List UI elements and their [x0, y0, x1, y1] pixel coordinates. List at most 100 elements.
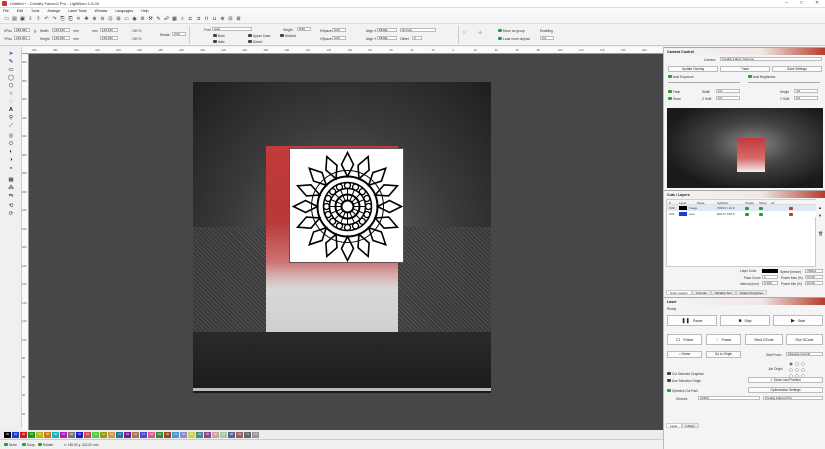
exposure-slider[interactable]	[668, 82, 740, 83]
anchor-icon[interactable]: ⊹	[478, 30, 482, 36]
palette-swatch[interactable]: 08	[68, 431, 75, 438]
cam-height-field[interactable]: 4.0	[794, 89, 818, 93]
palette-swatch[interactable]: 23	[188, 431, 195, 438]
width-display[interactable]: 145.160	[100, 28, 118, 32]
home-button[interactable]: ⌂ Home	[667, 351, 702, 358]
machine-settings-icon[interactable]: ⚒	[147, 16, 154, 23]
palette-swatch[interactable]: 06	[52, 431, 59, 438]
palette-swatch[interactable]: 29	[236, 431, 243, 438]
frame-button[interactable]: ▭ Frame	[667, 334, 702, 345]
use-selection-toggle[interactable]: Use Selection Origin	[667, 379, 701, 383]
height2-field[interactable]: 8.00	[297, 27, 311, 31]
welded-toggle[interactable]: Welded	[280, 34, 296, 38]
boolean-intersect-icon[interactable]: ◒	[7, 165, 15, 172]
menu-languages[interactable]: Languages	[115, 9, 133, 13]
select-tool-icon[interactable]: ➤	[7, 51, 15, 58]
cut-selected-toggle[interactable]: Cut Selected Graphics	[667, 372, 704, 376]
new-file-icon[interactable]: ▭	[3, 16, 10, 23]
move-up-icon[interactable]: ▲	[818, 205, 822, 210]
auto-exposure-toggle[interactable]: Auto Exposure	[668, 75, 694, 79]
interval-field[interactable]: 0.100	[762, 281, 778, 285]
monitor-icon[interactable]: ▭	[123, 16, 130, 23]
close-icon[interactable]: ✕	[815, 0, 819, 6]
palette-swatch[interactable]: 27	[220, 431, 227, 438]
tab-console[interactable]: Console	[691, 290, 711, 295]
minimize-icon[interactable]: –	[785, 0, 788, 6]
palette-swatch[interactable]: 02	[20, 431, 27, 438]
zoom-in-icon[interactable]: ⊕	[91, 16, 98, 23]
tab-laser[interactable]: Laser	[666, 423, 682, 428]
pan-icon[interactable]: ✥	[83, 16, 90, 23]
undo-icon[interactable]: ↶	[43, 16, 50, 23]
palette-swatch[interactable]: 26	[212, 431, 219, 438]
italic-toggle[interactable]: Italic	[213, 40, 225, 44]
zoom-frame-icon[interactable]: ⊡	[107, 16, 114, 23]
rectangle-icon[interactable]: ▭	[7, 67, 15, 74]
palette-swatch[interactable]: 09	[76, 431, 83, 438]
palette-swatch[interactable]: 18	[148, 431, 155, 438]
ypos-field[interactable]: 219.904	[14, 36, 30, 40]
layer-air-toggle[interactable]	[789, 206, 793, 210]
flip-icon[interactable]: ⇋	[7, 193, 15, 200]
palette-swatch[interactable]: T2	[252, 431, 259, 438]
path-icon[interactable]: ◌	[7, 99, 15, 106]
layer-output-toggle[interactable]	[745, 212, 749, 216]
xpos-field[interactable]: 186.282	[14, 28, 30, 32]
normal-select[interactable]: Normal	[400, 28, 436, 32]
palette-swatch[interactable]: 22	[180, 431, 187, 438]
height-display[interactable]: 145.200	[100, 36, 118, 40]
fade-toggle[interactable]: Fade	[668, 90, 680, 94]
trace-button[interactable]: Trace	[720, 66, 770, 72]
palette-swatch[interactable]: 16	[132, 431, 139, 438]
notes-icon[interactable]: ✎	[155, 16, 162, 23]
layer-row[interactable]: C01 Line 600.0 / 100.0	[667, 211, 816, 217]
palette-swatch[interactable]: 19	[156, 431, 163, 438]
start-from-select[interactable]: Absolute Coords	[786, 352, 823, 356]
width-field[interactable]: 145.160	[52, 28, 70, 32]
palette-swatch[interactable]: 13	[108, 431, 115, 438]
settings-icon[interactable]: ⚙	[139, 16, 146, 23]
palette-swatch[interactable]: 14	[116, 431, 123, 438]
camera-icon[interactable]: ◉	[131, 16, 138, 23]
maximize-icon[interactable]: □	[800, 0, 803, 6]
menu-tools[interactable]: Tools	[31, 9, 39, 13]
port-select[interactable]: COM4	[698, 396, 760, 400]
align-top-icon[interactable]: ⊓	[203, 16, 210, 23]
optimization-settings-button[interactable]: Optimization Settings	[748, 387, 823, 393]
grid-icon[interactable]: ▦	[171, 16, 178, 23]
ellipse-icon[interactable]: ◯	[7, 75, 15, 82]
align-left-icon[interactable]: ⊏	[187, 16, 194, 23]
open-file-icon[interactable]: ▤	[11, 16, 18, 23]
circle-icon[interactable]: ○	[7, 91, 15, 98]
send-gcode-button[interactable]: Send GCode	[745, 334, 783, 345]
edit-nodes-icon[interactable]: ✎	[7, 59, 15, 66]
pause-button[interactable]: ❚❚ Pause	[667, 315, 717, 326]
offset-tool-icon[interactable]: ◎	[7, 133, 15, 140]
palette-swatch[interactable]: 28	[228, 431, 235, 438]
arrange-icon[interactable]: ⊠	[235, 16, 242, 23]
align-center-icon[interactable]: ⊕	[219, 16, 226, 23]
palette-swatch[interactable]: 04	[36, 431, 43, 438]
position-icon[interactable]: ⚲	[7, 115, 15, 122]
menu-edit[interactable]: Edit	[17, 9, 23, 13]
alignx-select[interactable]: Middle	[377, 28, 397, 32]
zoom-out-icon[interactable]: ⊖	[99, 16, 106, 23]
rotate-tool-icon[interactable]: ⟲	[7, 203, 15, 210]
show-last-position-button[interactable]: ✛ Show Last Position	[748, 377, 823, 383]
frame-circle-button[interactable]: ◌ Frame	[706, 334, 741, 345]
align-bottom-icon[interactable]: ⊔	[211, 16, 218, 23]
tab-cuts-layers[interactable]: Cuts / Layers	[666, 290, 692, 295]
distort-toggle[interactable]: Distort	[248, 40, 262, 44]
palette-swatch[interactable]: 11	[92, 431, 99, 438]
move-groups-toggle[interactable]: Move as group	[498, 29, 525, 33]
mirror-icon[interactable]: ⟳	[7, 211, 15, 218]
align-right-icon[interactable]: ⊐	[195, 16, 202, 23]
palette-swatch[interactable]: T1	[244, 431, 251, 438]
auto-brightness-toggle[interactable]: Auto Brightness	[748, 75, 775, 79]
center-icon[interactable]: ⊹	[179, 16, 186, 23]
speed-field[interactable]: 7000.0	[805, 269, 823, 273]
palette-swatch[interactable]: 21	[172, 431, 179, 438]
save-settings-button[interactable]: Save Settings	[772, 66, 822, 72]
height-field[interactable]: 145.200	[52, 36, 70, 40]
layer-output-toggle[interactable]	[745, 206, 749, 210]
